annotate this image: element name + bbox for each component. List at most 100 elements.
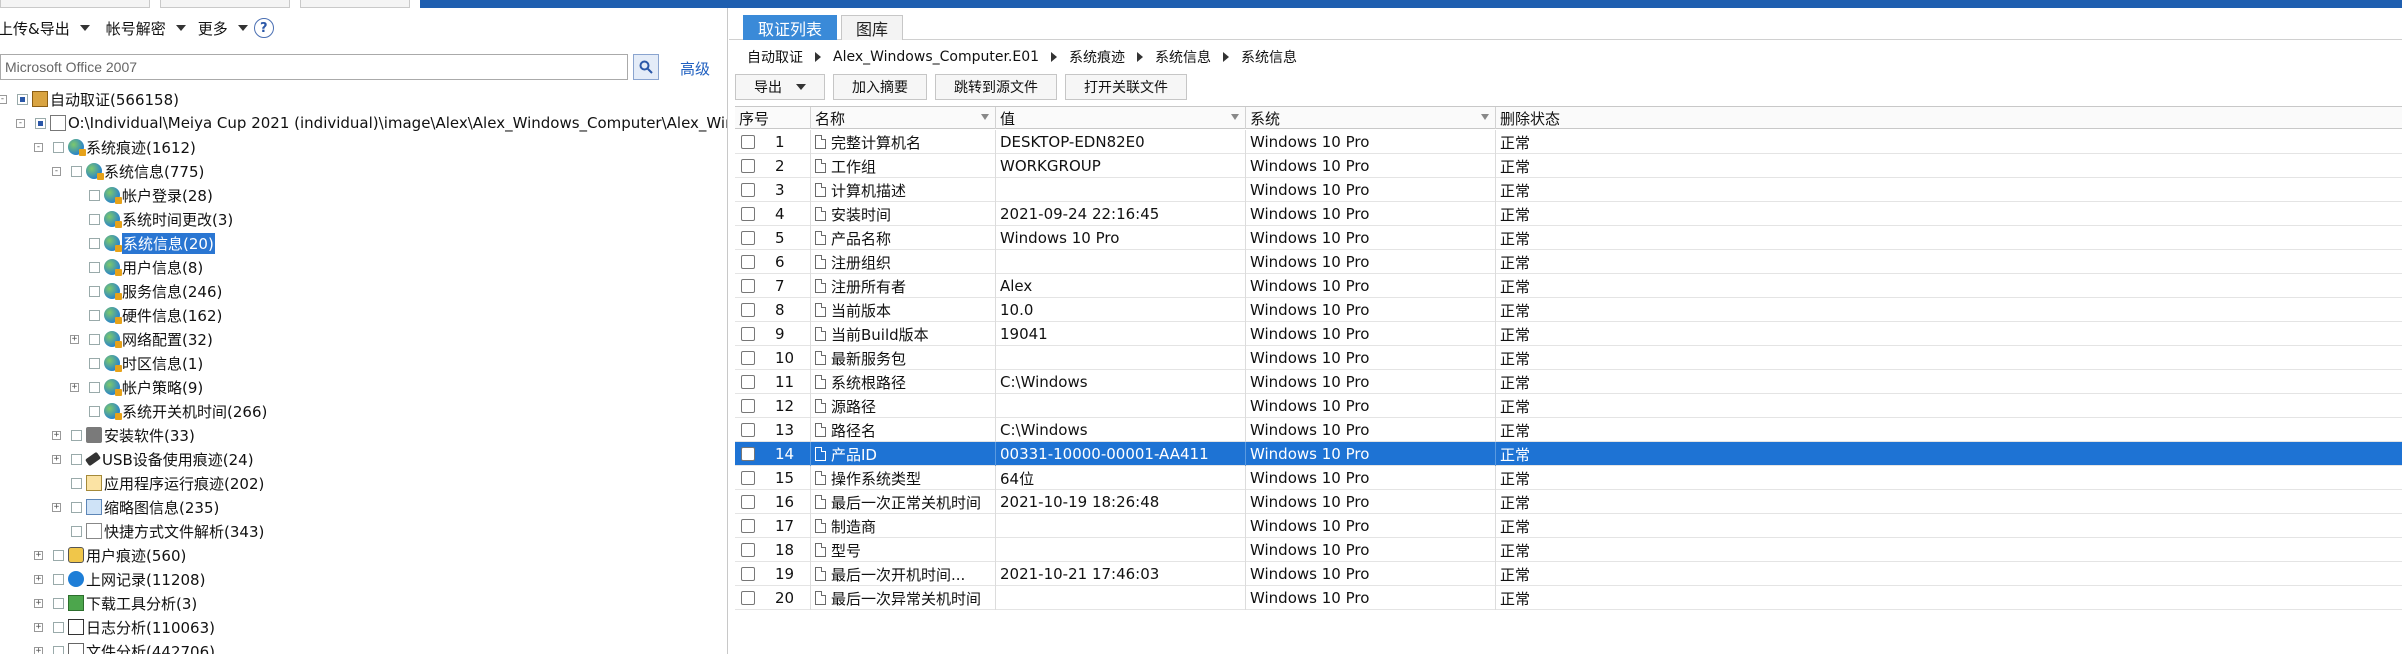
table-row[interactable]: 1 完整计算机名 DESKTOP-EDN82E0 Windows 10 Pro 正常 (735, 130, 2402, 154)
table-row[interactable]: 5 产品名称 Windows 10 Pro Windows 10 Pro 正常 (735, 226, 2402, 250)
table-row[interactable]: 9 当前Build版本 19041 Windows 10 Pro 正常 (735, 322, 2402, 346)
tree-checkbox[interactable] (89, 213, 100, 225)
tab-gallery[interactable]: 图库 (841, 15, 904, 40)
tab-evidence-list[interactable]: 取证列表 (743, 15, 838, 40)
tree-node[interactable]: 服务信息(246) (70, 280, 222, 302)
column-header-delete-status[interactable]: 删除状态 (1496, 107, 2402, 129)
row-checkbox[interactable] (741, 183, 755, 197)
tree-checkbox[interactable] (71, 501, 82, 513)
row-checkbox[interactable] (741, 495, 755, 509)
tree-checkbox[interactable] (35, 117, 46, 129)
tree-checkbox[interactable] (71, 453, 82, 465)
more-menu[interactable]: 更多 (192, 15, 254, 41)
column-header-index[interactable]: 序号 (735, 107, 811, 129)
table-row[interactable]: 20 最后一次异常关机时间 Windows 10 Pro 正常 (735, 586, 2402, 610)
table-row[interactable]: 12 源路径 Windows 10 Pro 正常 (735, 394, 2402, 418)
column-header-value[interactable]: 值 (996, 107, 1246, 129)
tree-node[interactable]: + 网络配置(32) (70, 328, 213, 350)
tree-node[interactable]: 用户信息(8) (70, 256, 203, 278)
top-tab-stub[interactable] (300, 0, 410, 8)
row-checkbox[interactable] (741, 567, 755, 581)
breadcrumb-item[interactable]: Alex_Windows_Computer.E01 (833, 49, 1039, 65)
tree-checkbox[interactable] (89, 357, 100, 369)
top-tab-stub[interactable] (0, 0, 150, 8)
expand-icon[interactable]: + (52, 502, 61, 512)
tree-checkbox[interactable] (71, 525, 82, 537)
breadcrumb-item[interactable]: 系统信息 (1241, 47, 1297, 67)
row-checkbox[interactable] (741, 327, 755, 341)
account-decrypt-menu[interactable]: 帐号解密 (100, 15, 192, 41)
row-checkbox[interactable] (741, 591, 755, 605)
open-related-button[interactable]: 打开关联文件 (1065, 74, 1187, 100)
collapse-icon[interactable]: - (0, 94, 7, 104)
breadcrumb-item[interactable]: 自动取证 (747, 47, 803, 67)
table-row[interactable]: 18 型号 Windows 10 Pro 正常 (735, 538, 2402, 562)
collapse-icon[interactable]: - (52, 166, 61, 176)
expand-icon[interactable]: + (52, 430, 61, 440)
table-row[interactable]: 11 系统根路径 C:\Windows Windows 10 Pro 正常 (735, 370, 2402, 394)
tree-node[interactable]: + 上网记录(11208) (34, 568, 205, 590)
table-row[interactable]: 16 最后一次正常关机时间 2021-10-19 18:26:48 Windows 1… (735, 490, 2402, 514)
row-checkbox[interactable] (741, 399, 755, 413)
row-checkbox[interactable] (741, 423, 755, 437)
breadcrumb-item[interactable]: 系统信息 (1155, 47, 1211, 67)
filter-icon[interactable] (1481, 114, 1489, 120)
tree-node[interactable]: + 安装软件(33) (52, 424, 195, 446)
tree-checkbox[interactable] (89, 261, 100, 273)
tree-node[interactable]: + USB设备使用痕迹(24) (52, 448, 254, 470)
tree-node[interactable]: + 用户痕迹(560) (34, 544, 186, 566)
tree-node[interactable]: 帐户登录(28) (70, 184, 213, 206)
table-row[interactable]: 4 安装时间 2021-09-24 22:16:45 Windows 10 Pro 正常 (735, 202, 2402, 226)
tree-checkbox[interactable] (53, 621, 64, 633)
row-checkbox[interactable] (741, 279, 755, 293)
tree-node[interactable]: - 自动取证(566158) (0, 88, 179, 110)
tree-node[interactable]: 系统信息(20) (70, 232, 215, 254)
table-row[interactable]: 10 最新服务包 Windows 10 Pro 正常 (735, 346, 2402, 370)
tree-checkbox[interactable] (53, 549, 64, 561)
row-checkbox[interactable] (741, 375, 755, 389)
expand-icon[interactable]: + (52, 454, 61, 464)
tree-checkbox[interactable] (89, 405, 100, 417)
table-row[interactable]: 14 产品ID 00331-10000-00001-AA411 Windows 10 … (735, 442, 2402, 466)
row-checkbox[interactable] (741, 471, 755, 485)
table-row[interactable]: 3 计算机描述 Windows 10 Pro 正常 (735, 178, 2402, 202)
tree-node[interactable]: + 缩略图信息(235) (52, 496, 219, 518)
tree-node[interactable]: 快捷方式文件解析(343) (52, 520, 264, 542)
row-checkbox[interactable] (741, 159, 755, 173)
row-checkbox[interactable] (741, 231, 755, 245)
tree-node[interactable]: + 日志分析(110063) (34, 616, 215, 638)
tree-checkbox[interactable] (89, 333, 100, 345)
help-icon[interactable]: ? (253, 18, 274, 38)
table-row[interactable]: 8 当前版本 10.0 Windows 10 Pro 正常 (735, 298, 2402, 322)
tree-checkbox[interactable] (71, 429, 82, 441)
tree-checkbox[interactable] (53, 573, 64, 585)
row-checkbox[interactable] (741, 303, 755, 317)
jump-source-button[interactable]: 跳转到源文件 (935, 74, 1057, 100)
search-input[interactable] (0, 54, 628, 80)
filter-icon[interactable] (981, 114, 989, 120)
column-header-system[interactable]: 系统 (1246, 107, 1496, 129)
advanced-search-link[interactable]: 高级 (680, 58, 710, 79)
filter-icon[interactable] (1231, 114, 1239, 120)
tree-node[interactable]: 应用程序运行痕迹(202) (52, 472, 264, 494)
top-tab-stub[interactable] (160, 0, 290, 8)
add-summary-button[interactable]: 加入摘要 (833, 74, 927, 100)
tree-node[interactable]: 时区信息(1) (70, 352, 203, 374)
tree-node[interactable]: + 帐户策略(9) (70, 376, 203, 398)
expand-icon[interactable]: + (34, 550, 43, 560)
row-checkbox[interactable] (741, 447, 755, 461)
upload-export-menu[interactable]: 上传&导出 (0, 15, 96, 41)
collapse-icon[interactable]: - (16, 118, 25, 128)
table-row[interactable]: 17 制造商 Windows 10 Pro 正常 (735, 514, 2402, 538)
export-button[interactable]: 导出 (735, 74, 825, 100)
tree-checkbox[interactable] (89, 309, 100, 321)
expand-icon[interactable]: + (34, 622, 43, 632)
tree-checkbox[interactable] (89, 189, 100, 201)
expand-icon[interactable]: + (34, 598, 43, 608)
tree-node[interactable]: 系统时间更改(3) (70, 208, 233, 230)
expand-icon[interactable]: + (70, 382, 79, 392)
column-header-name[interactable]: 名称 (811, 107, 996, 129)
tree-node[interactable]: - 系统信息(775) (52, 160, 204, 182)
tree-checkbox[interactable] (53, 141, 64, 153)
tree-checkbox[interactable] (53, 597, 64, 609)
